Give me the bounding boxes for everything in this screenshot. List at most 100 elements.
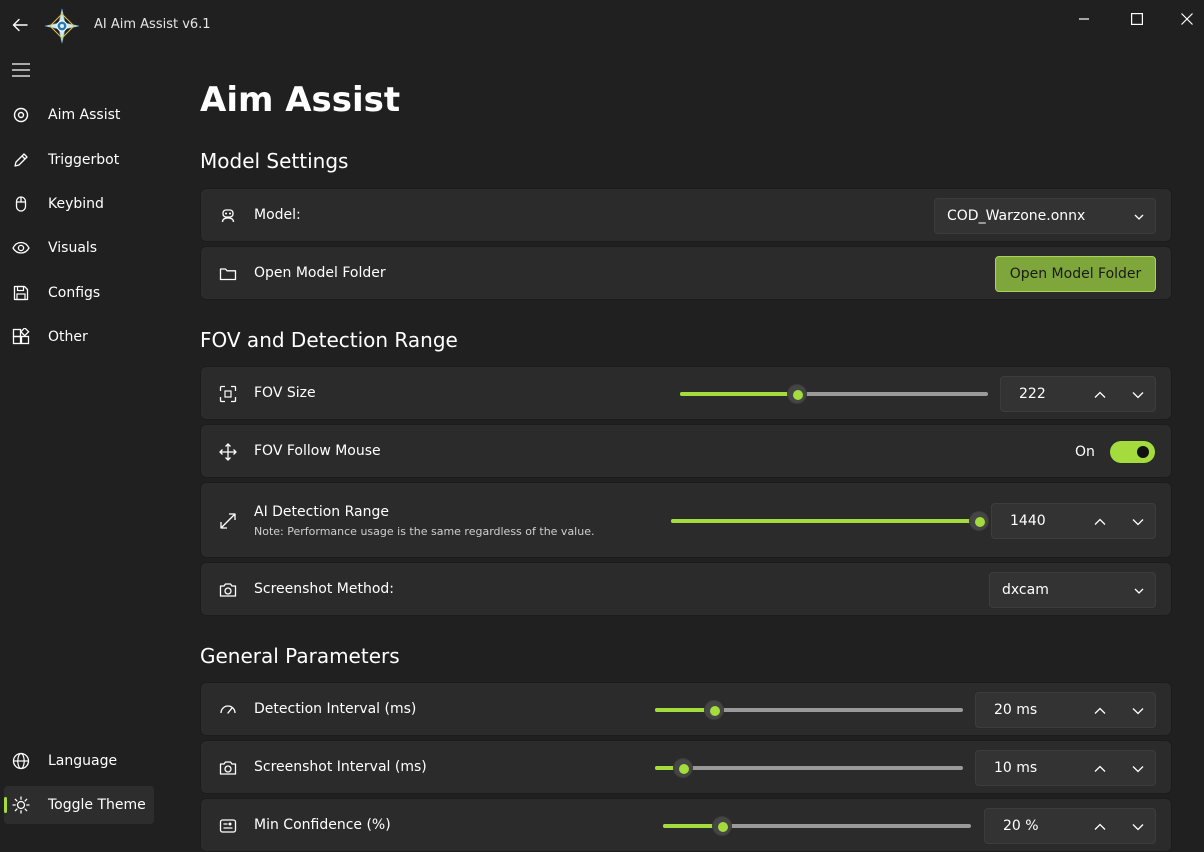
slider-thumb[interactable] (787, 384, 808, 404)
model-dropdown[interactable]: COD_Warzone.onnx (934, 198, 1156, 234)
sidebar-item-label: Other (48, 329, 88, 345)
min-confidence-card: Min Confidence (%) 20 % (200, 798, 1172, 852)
expand-diagonal-icon (217, 510, 239, 532)
open-folder-card: Open Model Folder Open Model Folder (200, 246, 1172, 300)
camera-icon (217, 579, 239, 601)
fov-follow-mouse-card: FOV Follow Mouse On (200, 424, 1172, 478)
robot-icon (217, 205, 239, 227)
sidebar-item-label: Aim Assist (48, 107, 121, 123)
fov-size-card: FOV Size 222 (200, 366, 1172, 420)
maximize-button[interactable] (1118, 6, 1156, 32)
fov-size-stepper[interactable]: 222 (1000, 376, 1156, 412)
screenshot-interval-stepper[interactable]: 10 ms (975, 750, 1156, 786)
minimize-button[interactable] (1065, 6, 1103, 32)
chevron-down-icon[interactable] (1129, 760, 1147, 778)
chevron-up-icon[interactable] (1091, 760, 1109, 778)
target-icon (4, 106, 38, 124)
sidebar-item-label: Triggerbot (48, 152, 120, 168)
screenshot-interval-value: 10 ms (994, 760, 1038, 776)
open-folder-label: Open Model Folder (254, 265, 386, 281)
detection-range-value: 1440 (1010, 513, 1046, 529)
min-confidence-stepper[interactable]: 20 % (984, 808, 1156, 844)
chevron-down-icon[interactable] (1129, 513, 1147, 531)
maximize-icon (1131, 13, 1143, 25)
hamburger-icon[interactable] (9, 58, 33, 82)
detection-interval-value: 20 ms (994, 702, 1038, 718)
detection-range-card: AI Detection Range Note: Performance usa… (200, 482, 1172, 558)
chevron-down-icon[interactable] (1129, 702, 1147, 720)
eye-icon (4, 239, 38, 257)
page-title: Aim Assist (200, 80, 401, 120)
close-icon (1181, 13, 1193, 25)
app-title: AI Aim Assist v6.1 (94, 17, 211, 32)
compass-star-logo (44, 8, 80, 44)
slider-thumb[interactable] (672, 758, 693, 778)
detection-range-label: AI Detection Range (254, 504, 389, 520)
open-model-folder-button[interactable]: Open Model Folder (995, 256, 1156, 292)
slider-thumb[interactable] (703, 700, 724, 720)
title-bar: AI Aim Assist v6.1 (0, 0, 1204, 52)
fov-follow-mouse-label: FOV Follow Mouse (254, 443, 381, 459)
model-card: Model: COD_Warzone.onnx (200, 188, 1172, 242)
camera-icon (217, 757, 239, 779)
detection-range-note: Note: Performance usage is the same rega… (254, 525, 595, 538)
chevron-up-icon[interactable] (1091, 386, 1109, 404)
detection-interval-stepper[interactable]: 20 ms (975, 692, 1156, 728)
sidebar-item-toggle-theme[interactable]: Toggle Theme (4, 786, 154, 824)
sun-icon (4, 796, 38, 814)
screenshot-interval-label: Screenshot Interval (ms) (254, 759, 427, 775)
sidebar-item-configs[interactable]: Configs (4, 274, 154, 312)
detection-range-slider[interactable] (671, 511, 989, 531)
sidebar-item-label: Configs (48, 285, 101, 301)
mouse-icon (4, 195, 38, 213)
slider-fill (671, 519, 979, 523)
sidebar-item-keybind[interactable]: Keybind (4, 185, 154, 223)
screenshot-method-card: Screenshot Method: dxcam (200, 562, 1172, 616)
chevron-down-icon (1133, 211, 1145, 223)
back-arrow-icon[interactable] (8, 13, 32, 37)
section-title-model-settings: Model Settings (200, 149, 349, 173)
close-button[interactable] (1168, 6, 1204, 32)
section-title-general: General Parameters (200, 644, 400, 668)
detection-interval-card: Detection Interval (ms) 20 ms (200, 682, 1172, 736)
globe-icon (4, 752, 38, 770)
screenshot-method-value: dxcam (1002, 582, 1049, 598)
chevron-up-icon[interactable] (1091, 702, 1109, 720)
fov-size-label: FOV Size (254, 385, 316, 401)
slider-fill (680, 392, 798, 396)
screenshot-method-dropdown[interactable]: dxcam (989, 572, 1156, 608)
screenshot-interval-slider[interactable] (655, 758, 963, 778)
min-confidence-slider[interactable] (663, 816, 971, 836)
active-indicator (4, 797, 7, 813)
chevron-down-icon[interactable] (1129, 386, 1147, 404)
slider-track (655, 766, 963, 770)
sidebar-item-aim-assist[interactable]: Aim Assist (4, 96, 154, 134)
detection-interval-slider[interactable] (655, 700, 963, 720)
apps-icon (4, 328, 38, 346)
min-confidence-label: Min Confidence (%) (254, 817, 391, 833)
sidebar-item-language[interactable]: Language (4, 742, 154, 780)
model-dropdown-value: COD_Warzone.onnx (947, 208, 1086, 224)
fov-size-slider[interactable] (680, 384, 988, 404)
sidebar-item-triggerbot[interactable]: Triggerbot (4, 141, 154, 179)
chevron-up-icon[interactable] (1091, 513, 1109, 531)
chevron-down-icon[interactable] (1129, 818, 1147, 836)
chevron-up-icon[interactable] (1091, 818, 1109, 836)
slider-thumb[interactable] (969, 511, 989, 531)
section-title-fov: FOV and Detection Range (200, 328, 458, 352)
fov-size-value: 222 (1019, 386, 1046, 402)
detection-range-stepper[interactable]: 1440 (991, 503, 1156, 539)
model-label: Model: (254, 207, 301, 223)
chevron-down-icon (1133, 585, 1145, 597)
confidence-slider-icon (217, 815, 239, 837)
detection-interval-label: Detection Interval (ms) (254, 701, 417, 717)
screenshot-method-label: Screenshot Method: (254, 581, 395, 597)
pen-icon (4, 151, 38, 169)
save-icon (4, 284, 38, 302)
fov-frame-icon (217, 383, 239, 405)
fov-follow-mouse-toggle[interactable] (1110, 441, 1155, 463)
slider-thumb[interactable] (711, 816, 732, 836)
sidebar-item-visuals[interactable]: Visuals (4, 229, 154, 267)
sidebar-item-other[interactable]: Other (4, 318, 154, 356)
sidebar-item-label: Language (48, 753, 118, 769)
